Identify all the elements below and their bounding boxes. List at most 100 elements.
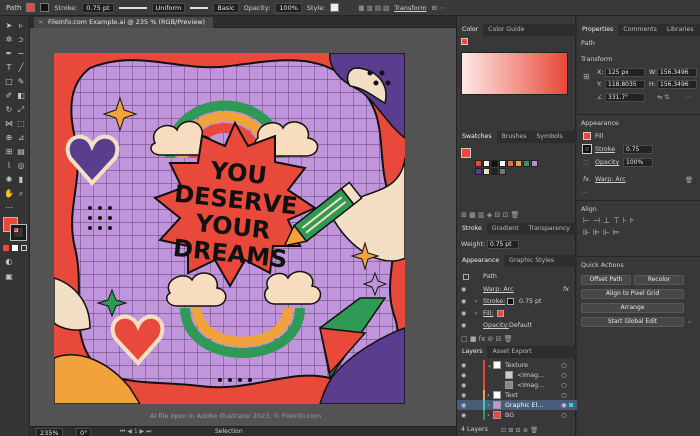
curvature-tool-icon[interactable]: ∽ bbox=[16, 49, 26, 59]
tab-stroke[interactable]: Stroke bbox=[457, 223, 487, 235]
angle-field[interactable]: 331.7° bbox=[605, 93, 645, 102]
opacity-field[interactable]: 100% bbox=[275, 2, 302, 13]
global-edit-options-icon[interactable]: ⌄ bbox=[687, 318, 692, 325]
tab-properties[interactable]: Properties bbox=[577, 24, 619, 36]
rotate-tool-icon[interactable]: ↻ bbox=[4, 105, 14, 115]
swatch-chip[interactable] bbox=[523, 160, 530, 167]
hand-tool-icon[interactable]: ✋ bbox=[4, 189, 14, 199]
rectangle-tool-icon[interactable]: □ bbox=[4, 77, 14, 87]
align-buttons[interactable]: ⊢⊣⊥⊤⊦⊧ bbox=[583, 216, 637, 225]
layer-name[interactable]: Text bbox=[505, 392, 518, 399]
opacity-field[interactable]: 100% bbox=[623, 158, 653, 167]
brush-select[interactable]: Basic bbox=[213, 2, 239, 13]
zoom-tool-icon[interactable]: ⌕ bbox=[16, 189, 26, 199]
artboard-nav-icons[interactable]: ⏮ ◀ 1 ▶ ⏭ bbox=[120, 428, 151, 436]
tab-color-guide[interactable]: Color Guide bbox=[483, 24, 529, 36]
rotation-field[interactable]: 0° bbox=[76, 428, 92, 436]
expand-icon[interactable]: › bbox=[475, 310, 478, 317]
graph-tool-icon[interactable]: ▮ bbox=[16, 175, 26, 185]
symbol-sprayer-icon[interactable]: ✺ bbox=[4, 175, 14, 185]
swatch-panel-icons[interactable]: ⊞ ▦ ▥ ◈ ⊟ ⊡ 🗑 bbox=[461, 211, 519, 219]
tab-color[interactable]: Color bbox=[457, 24, 484, 36]
magic-wand-icon[interactable]: ✲ bbox=[4, 35, 14, 45]
color-spectrum[interactable] bbox=[461, 52, 568, 95]
opacity-label[interactable]: Opacity bbox=[595, 159, 619, 166]
gradient-mode-icon[interactable] bbox=[12, 245, 18, 251]
swatch-chip[interactable] bbox=[531, 160, 538, 167]
document-tab[interactable]: × FileInfo.com Example.ai @ 235 % (RGB/P… bbox=[34, 17, 214, 28]
layers-panel-icons[interactable]: ⊡ ⊞ ⊟ ⊕ 🗑 bbox=[501, 426, 538, 434]
layer-row[interactable]: ◉ › Text ○ bbox=[457, 390, 577, 400]
type-tool-icon[interactable]: T bbox=[4, 63, 14, 73]
shape-builder-icon[interactable]: ⊕ bbox=[4, 133, 14, 143]
free-transform-icon[interactable]: ⬚ bbox=[16, 119, 26, 129]
fx-icon[interactable]: fx bbox=[563, 286, 569, 293]
align-icons[interactable]: ▦ ▥ ▤ ▧ bbox=[358, 4, 389, 12]
swatch-chip[interactable] bbox=[483, 168, 490, 175]
appearance-stroke-label[interactable]: Stroke: bbox=[483, 298, 505, 305]
tab-asset-export[interactable]: Asset Export bbox=[487, 346, 536, 358]
selection-tool-icon[interactable]: ➤ bbox=[4, 21, 14, 31]
fx-icon[interactable]: fx. bbox=[583, 176, 591, 183]
color-fill-icon[interactable] bbox=[461, 38, 468, 45]
recolor-button[interactable]: Recolor bbox=[634, 275, 684, 285]
more-options-icon[interactable]: ⋯ bbox=[685, 94, 691, 101]
layer-row[interactable]: ◉ ⌄ Texture ○ bbox=[457, 360, 577, 370]
blend-tool-icon[interactable]: ◎ bbox=[16, 161, 26, 171]
canvas[interactable]: YOU DESERVE YOUR DREAMS bbox=[30, 28, 456, 426]
tab-transparency[interactable]: Transparency bbox=[524, 223, 575, 235]
stroke-color-box[interactable] bbox=[10, 224, 27, 241]
layer-row-selected[interactable]: ◉ › Graphic El... ◉ bbox=[457, 400, 577, 410]
layer-name[interactable]: <Imag... bbox=[517, 372, 544, 379]
close-icon[interactable]: × bbox=[38, 17, 43, 28]
h-field[interactable]: 156.3496 bbox=[657, 80, 697, 89]
align-pixel-grid-button[interactable]: Align to Pixel Grid bbox=[581, 289, 684, 299]
swatch-chip[interactable] bbox=[515, 160, 522, 167]
swatch-current-fill[interactable] bbox=[461, 148, 471, 158]
shaper-tool-icon[interactable]: ✐ bbox=[4, 91, 14, 101]
more-options-icon[interactable]: ⊞ ⋯ bbox=[432, 4, 446, 12]
direct-selection-tool-icon[interactable]: ▹ bbox=[16, 21, 26, 31]
fill-swatch[interactable] bbox=[583, 132, 591, 140]
y-field[interactable]: 118.8035 bbox=[605, 80, 645, 89]
pen-tool-icon[interactable]: ✒ bbox=[4, 49, 14, 59]
gradient-tool-icon[interactable]: ▤ bbox=[16, 147, 26, 157]
zoom-field[interactable]: 235% bbox=[36, 428, 63, 436]
layer-row[interactable]: ◉ <Imag... ○ bbox=[457, 370, 577, 380]
eye-icon[interactable]: ◉ bbox=[461, 286, 466, 293]
lasso-icon[interactable]: ↄ bbox=[16, 35, 26, 45]
arrange-button[interactable]: Arrange bbox=[581, 303, 684, 313]
reference-point-icon[interactable]: ⊞ bbox=[583, 72, 593, 82]
offset-path-button[interactable]: Offset Path bbox=[581, 275, 631, 285]
tab-layers[interactable]: Layers bbox=[457, 346, 488, 358]
layer-name[interactable]: Graphic El... bbox=[505, 402, 543, 409]
tab-gradient[interactable]: Gradient bbox=[487, 223, 524, 235]
eraser-icon[interactable]: ◧ bbox=[16, 91, 26, 101]
eye-icon[interactable]: ◉ bbox=[461, 310, 466, 317]
layer-row[interactable]: ◉ <Imag... ○ bbox=[457, 380, 577, 390]
layer-name[interactable]: <Imag... bbox=[517, 382, 544, 389]
fill-swatch[interactable] bbox=[26, 3, 36, 12]
appearance-fill-swatch[interactable] bbox=[497, 310, 504, 317]
appearance-panel-icons[interactable]: □ ■ fx ⊘ ⊟ 🗑 bbox=[461, 335, 513, 343]
weight-field[interactable]: 0.75 pt bbox=[487, 240, 519, 249]
stroke-swatch[interactable] bbox=[40, 3, 50, 12]
eye-icon[interactable]: ◉ bbox=[461, 382, 466, 389]
screen-mode-icon[interactable]: ▣ bbox=[4, 272, 14, 282]
swatch-chip[interactable] bbox=[475, 168, 482, 175]
tab-appearance[interactable]: Appearance bbox=[457, 255, 505, 267]
artboard[interactable]: YOU DESERVE YOUR DREAMS bbox=[30, 28, 456, 426]
swatch-chip[interactable] bbox=[499, 160, 506, 167]
paintbrush-icon[interactable]: ✎ bbox=[16, 77, 26, 87]
stroke-weight-field[interactable]: 0.75 bbox=[623, 145, 653, 154]
warp-effect-link[interactable]: Warp: Arc bbox=[595, 176, 626, 183]
swatch-chip[interactable] bbox=[491, 160, 498, 167]
style-swatch[interactable] bbox=[330, 3, 340, 12]
stroke-label[interactable]: Stroke bbox=[595, 146, 615, 153]
swatch-chip[interactable] bbox=[483, 160, 490, 167]
transform-link[interactable]: Transform bbox=[394, 4, 426, 12]
appearance-fill-label[interactable]: Fill: bbox=[483, 310, 494, 317]
start-global-edit-button[interactable]: Start Global Edit bbox=[581, 317, 684, 327]
width-tool-icon[interactable]: ⋈ bbox=[4, 119, 14, 129]
none-mode-icon[interactable] bbox=[21, 245, 27, 251]
